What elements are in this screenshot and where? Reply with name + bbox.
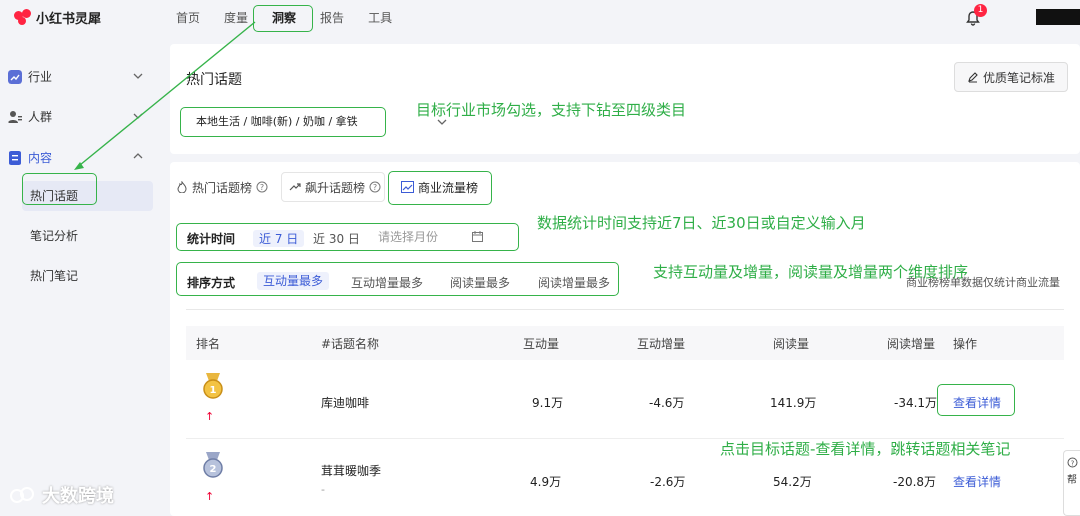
nav-item-measure[interactable]: 度量 <box>224 0 248 36</box>
highlight-category <box>180 107 386 137</box>
question-icon[interactable]: ? <box>256 181 268 193</box>
people-icon <box>8 110 22 123</box>
silver-medal-icon: 2 <box>203 452 223 478</box>
tab-label: 热门话题榜 <box>192 180 253 195</box>
trend-icon <box>289 183 301 191</box>
watermark: 大数跨境 <box>10 482 114 508</box>
rank-up-arrow: ↑ <box>205 410 215 423</box>
chevron-up-icon[interactable] <box>133 151 143 161</box>
notification-badge: 1 <box>974 4 987 17</box>
tab-hot-topics[interactable]: 热门话题榜 ? <box>176 172 268 202</box>
sidebar-group-industry[interactable]: 行业 <box>8 68 52 85</box>
quality-standard-label: 优质笔记标准 <box>982 70 1055 85</box>
column-header[interactable]: 互动增量 <box>637 335 685 352</box>
column-header[interactable]: 互动量 <box>523 335 559 352</box>
read-inc-value: -20.8万 <box>893 475 937 489</box>
topic-name[interactable]: 库迪咖啡 <box>321 394 369 411</box>
nav-item-home[interactable]: 首页 <box>176 0 200 36</box>
fire-icon <box>177 181 187 193</box>
user-avatar[interactable] <box>1036 9 1080 25</box>
sidebar-item-note-analysis[interactable]: 笔记分析 <box>22 221 153 251</box>
column-header: 排名 <box>196 337 221 351</box>
nav-item-report[interactable]: 报告 <box>320 0 344 36</box>
app-logo[interactable]: 小红书灵犀 <box>14 8 101 27</box>
column-header[interactable]: 阅读增量 <box>887 335 935 352</box>
page-title: 热门话题 <box>186 72 242 88</box>
sidebar-item-hot-notes[interactable]: 热门笔记 <box>22 261 153 291</box>
divider <box>186 309 1064 310</box>
highlight-hot-topics <box>22 173 97 205</box>
view-detail-link[interactable]: 查看详情 <box>953 473 1001 490</box>
help-tab[interactable]: ? 帮 <box>1063 450 1080 516</box>
sidebar-group-content[interactable]: 内容 <box>8 149 52 166</box>
svg-text:1: 1 <box>210 385 217 396</box>
topic-name[interactable]: 茸茸暖咖季 <box>321 462 381 479</box>
interact-value: 9.1万 <box>532 396 564 410</box>
highlight-time-filter <box>176 223 519 251</box>
svg-text:?: ? <box>260 183 264 192</box>
read-inc-value: -34.1万 <box>894 396 938 410</box>
annotation-sort: 支持互动量及增量，阅读量及增量两个维度排序 <box>653 263 969 281</box>
watermark-logo-icon <box>10 487 34 503</box>
sidebar-group-label: 内容 <box>28 151 53 165</box>
tab-rising-topics[interactable]: 飙升话题榜 ? <box>289 172 381 202</box>
help-icon: ? <box>1067 457 1077 468</box>
annotation-detail: 点击目标话题-查看详情，跳转话题相关笔记 <box>720 440 1011 458</box>
svg-text:?: ? <box>373 183 377 192</box>
interact-inc-value: -4.6万 <box>649 396 685 410</box>
topic-sub: - <box>321 483 325 496</box>
svg-text:?: ? <box>1070 460 1074 468</box>
column-header[interactable]: 阅读量 <box>773 335 809 352</box>
column-header: 操作 <box>953 337 978 351</box>
help-label: 帮 <box>1067 475 1077 486</box>
app-name: 小红书灵犀 <box>36 12 102 27</box>
highlight-commercial-tab <box>388 171 492 205</box>
annotation-time: 数据统计时间支持近7日、近30日或自定义输入月 <box>537 214 866 232</box>
svg-text:2: 2 <box>210 464 217 475</box>
question-icon[interactable]: ? <box>369 181 381 193</box>
logo-icon <box>14 8 32 27</box>
quality-standard-button[interactable]: 优质笔记标准 <box>954 62 1068 92</box>
read-value: 54.2万 <box>773 475 812 489</box>
tab-label: 飙升话题榜 <box>305 180 366 195</box>
chevron-down-icon[interactable] <box>133 71 143 81</box>
annotation-category: 目标行业市场勾选，支持下钻至四级类目 <box>416 101 687 119</box>
highlight-insight-nav <box>253 5 313 32</box>
document-icon <box>9 150 21 165</box>
top-bar <box>0 0 1080 36</box>
highlight-sort-filter <box>176 262 619 296</box>
highlight-view-detail <box>937 384 1015 416</box>
gold-medal-icon: 1 <box>203 373 223 399</box>
nav-item-tools[interactable]: 工具 <box>368 0 392 36</box>
interact-inc-value: -2.6万 <box>650 475 686 489</box>
column-header: #话题名称 <box>321 337 380 351</box>
chart-icon <box>8 69 22 84</box>
read-value: 141.9万 <box>770 396 817 410</box>
watermark-text: 大数跨境 <box>42 486 114 507</box>
sidebar-group-label: 行业 <box>28 70 53 84</box>
sidebar-group-label: 人群 <box>28 110 53 124</box>
rank-up-arrow: ↑ <box>205 490 215 503</box>
edit-icon <box>968 72 978 83</box>
sidebar-group-audience[interactable]: 人群 <box>8 108 52 125</box>
chevron-down-icon[interactable] <box>133 111 143 121</box>
interact-value: 4.9万 <box>530 475 562 489</box>
